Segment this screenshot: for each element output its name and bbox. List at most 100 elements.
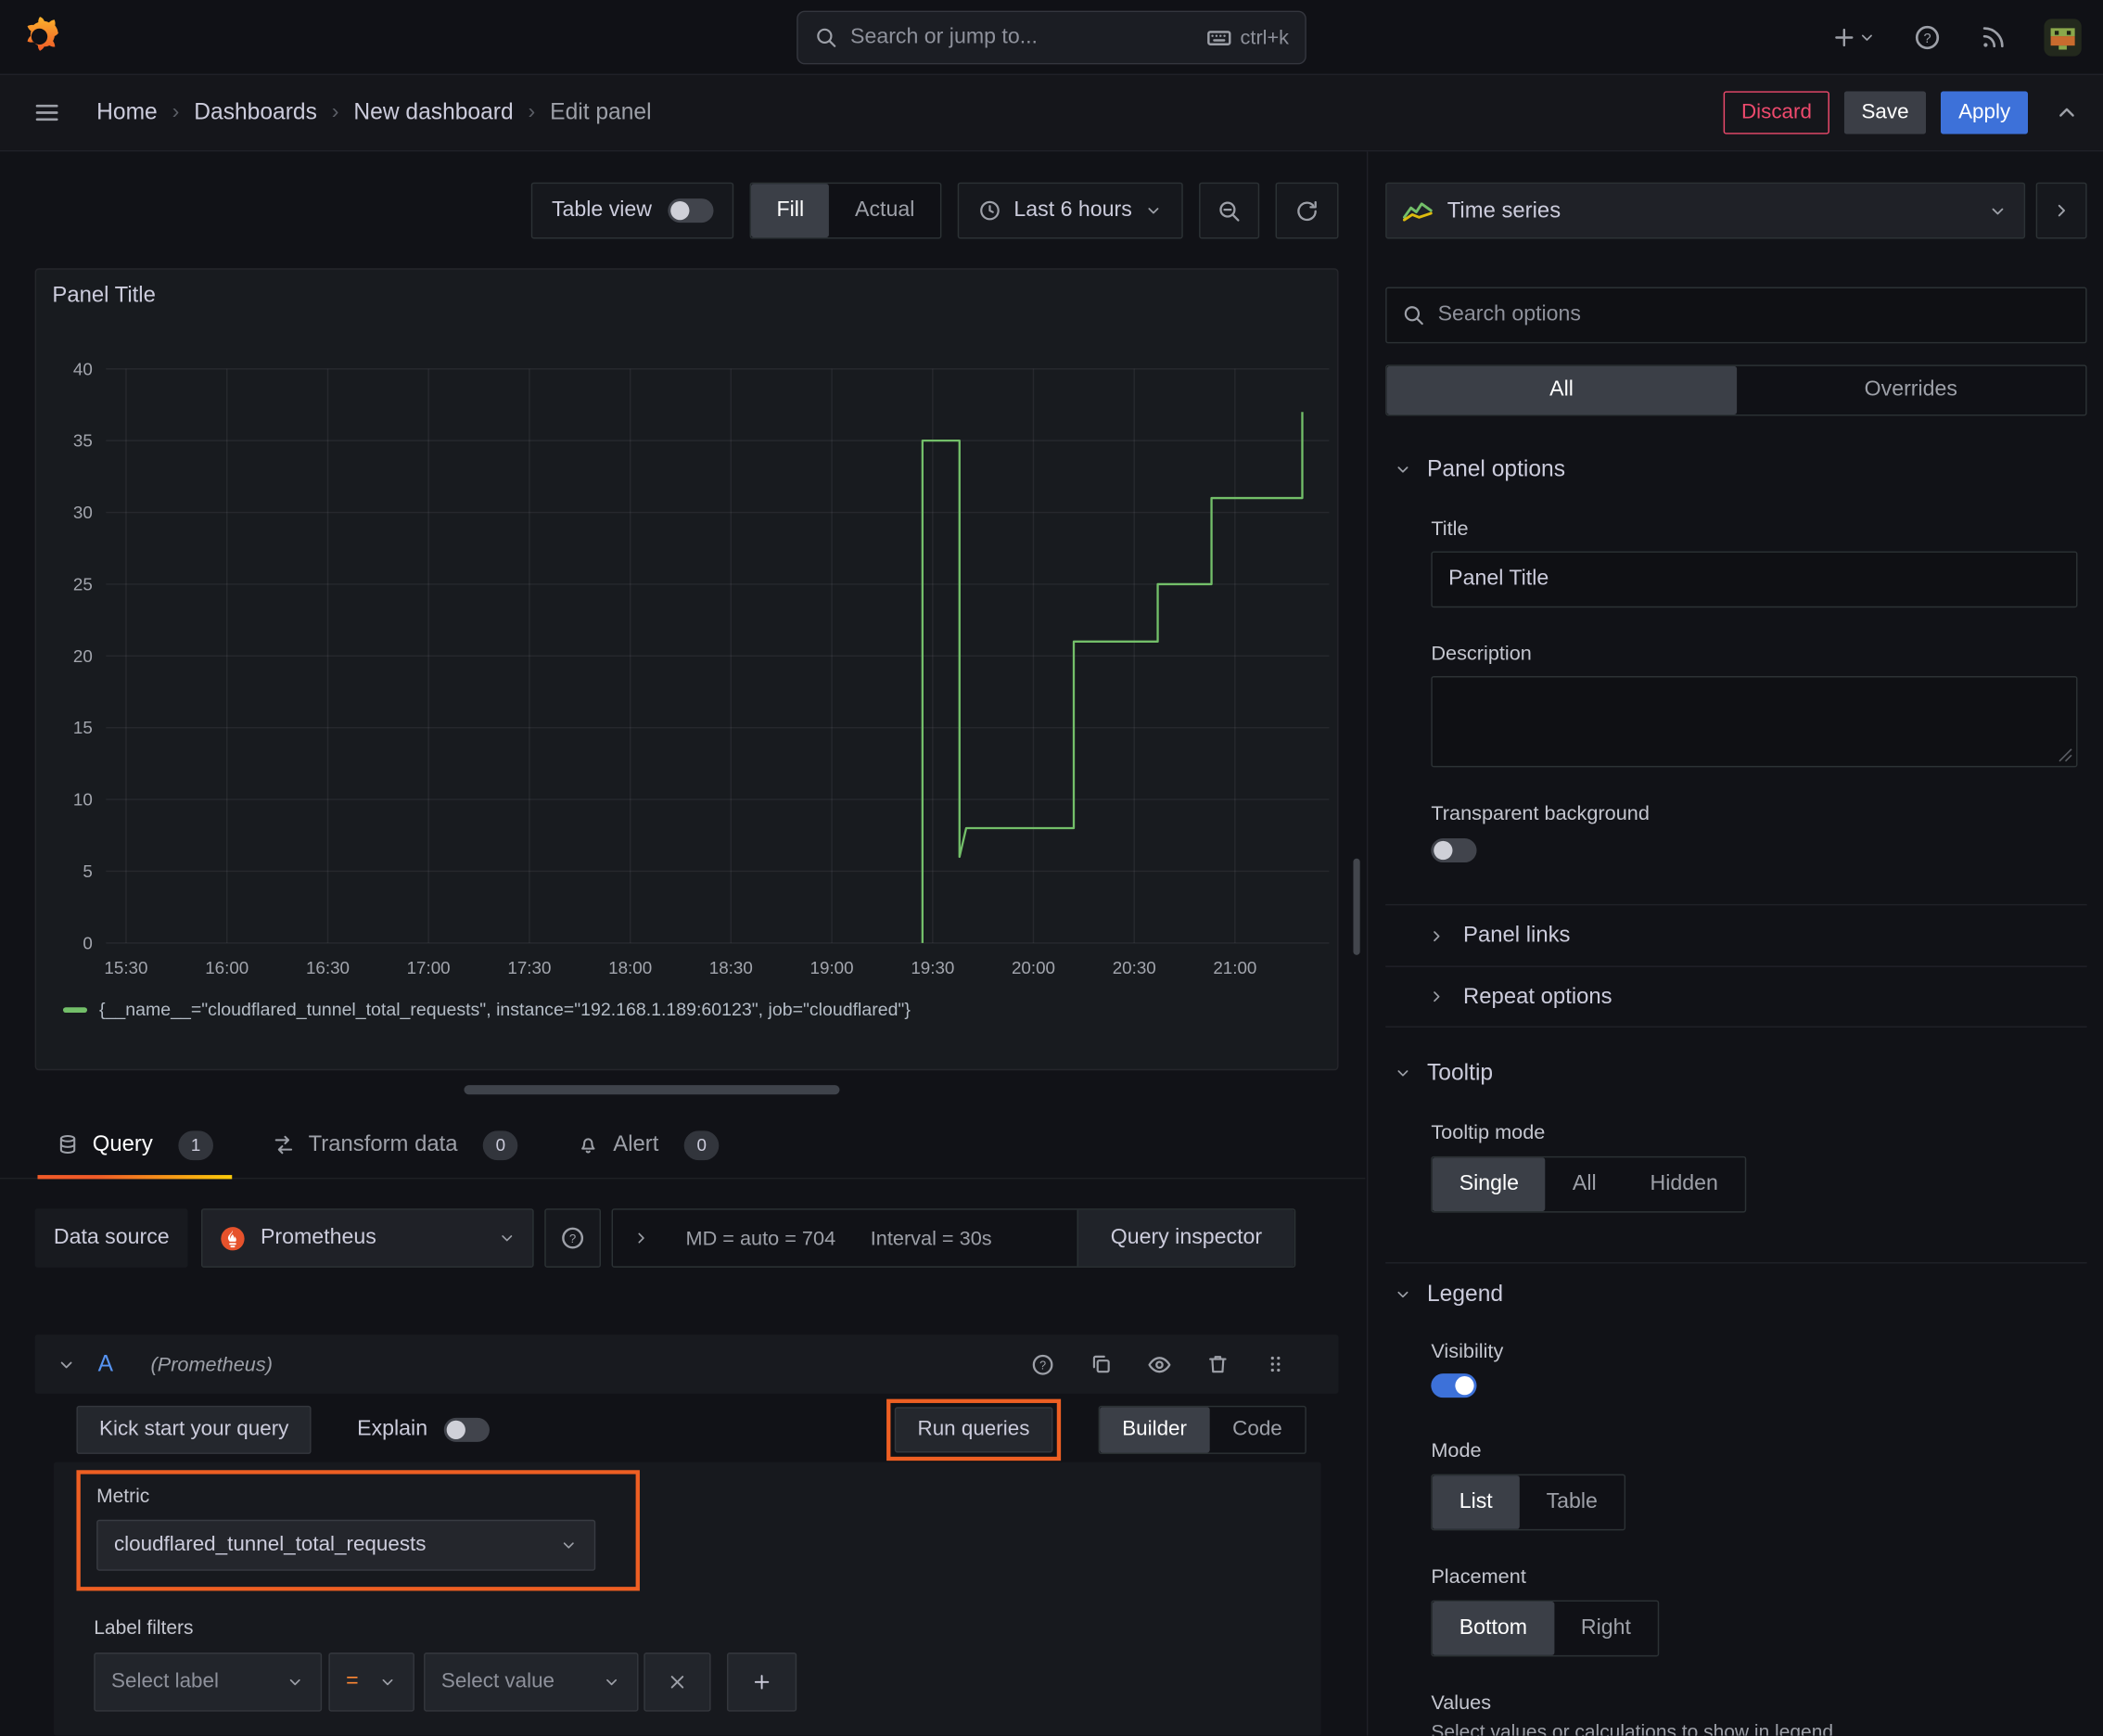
svg-text:16:00: 16:00 xyxy=(205,958,249,977)
select-value-dropdown[interactable]: Select value xyxy=(424,1653,639,1712)
breadcrumb-new-dashboard[interactable]: New dashboard xyxy=(353,99,513,126)
vertical-scrollbar[interactable] xyxy=(1353,858,1360,955)
refresh-button[interactable] xyxy=(1275,182,1339,239)
legend-placement-label: Placement xyxy=(1431,1564,1526,1589)
panel-preview: Panel Title 0 5 10 15 20 25 30 35 40 15:30 16:00 16… xyxy=(34,268,1339,1071)
query-ref-id: A xyxy=(97,1350,113,1377)
option-all[interactable]: All xyxy=(1546,1157,1624,1211)
table-view-toggle[interactable] xyxy=(668,198,714,223)
panel-links-section[interactable]: Panel links xyxy=(1385,903,2087,966)
zoom-out-button[interactable] xyxy=(1199,182,1260,239)
tab-alert-count: 0 xyxy=(683,1130,720,1160)
options-search-input[interactable] xyxy=(1437,302,2071,327)
tab-alert[interactable]: Alert 0 xyxy=(555,1112,741,1178)
menu-toggle-button[interactable] xyxy=(32,98,62,128)
option-all[interactable]: All xyxy=(1386,365,1737,415)
chevron-down-icon xyxy=(1992,207,2004,214)
plus-icon xyxy=(754,1675,770,1690)
query-options-summary[interactable]: MD = auto = 704 Interval = 30s Query ins… xyxy=(611,1208,1296,1268)
repeat-options-section[interactable]: Repeat options xyxy=(1385,965,2087,1028)
collapse-options-button[interactable] xyxy=(2053,99,2080,126)
panel-title-input[interactable] xyxy=(1431,551,2078,608)
option-single[interactable]: Single xyxy=(1432,1157,1546,1212)
option-overrides[interactable]: Overrides xyxy=(1736,366,2085,415)
explain-toggle[interactable] xyxy=(443,1417,490,1442)
option-list[interactable]: List xyxy=(1432,1475,1520,1529)
panel-description-input[interactable] xyxy=(1431,676,2078,768)
visualization-picker[interactable]: Time series xyxy=(1385,182,2026,239)
help-button[interactable]: ? xyxy=(1913,22,1943,52)
breadcrumb-separator: › xyxy=(528,100,536,124)
time-range-picker[interactable]: Last 6 hours xyxy=(957,182,1183,239)
chevron-down-icon xyxy=(1397,1070,1408,1077)
section-tooltip[interactable]: Tooltip xyxy=(1394,1060,2087,1087)
svg-text:19:00: 19:00 xyxy=(810,958,854,977)
legend-series-label[interactable]: {__name__="cloudflared_tunnel_total_requ… xyxy=(99,1000,911,1020)
query-inspector-button[interactable]: Query inspector xyxy=(1077,1209,1294,1267)
user-avatar[interactable] xyxy=(2044,18,2082,57)
options-search[interactable] xyxy=(1385,287,2087,344)
discard-button[interactable]: Discard xyxy=(1724,91,1829,134)
editor-tabs: Query 1 Transform data 0 Alert 0 xyxy=(0,1112,1366,1180)
option-builder[interactable]: Builder xyxy=(1099,1407,1210,1453)
grafana-logo[interactable] xyxy=(12,10,66,64)
panel-title: Panel Title xyxy=(52,283,156,308)
time-series-chart[interactable]: 0 5 10 15 20 25 30 35 40 15:30 16:00 16:30 17:00 17:3… xyxy=(36,328,1337,989)
search-input[interactable] xyxy=(850,25,1193,50)
svg-text:35: 35 xyxy=(73,431,93,451)
chevron-up-icon xyxy=(2059,108,2074,117)
datasource-picker[interactable]: Prometheus xyxy=(201,1208,535,1268)
legend-visibility-toggle[interactable] xyxy=(1431,1373,1477,1398)
collapse-pane-button[interactable] xyxy=(2035,182,2087,239)
topbar-right-icons: ? xyxy=(1830,18,2082,57)
option-actual[interactable]: Actual xyxy=(830,184,940,237)
bell-icon xyxy=(581,1138,595,1154)
section-legend[interactable]: Legend xyxy=(1394,1281,2087,1308)
legend-mode-group: List Table xyxy=(1431,1474,1626,1531)
explain-toggle-group: Explain xyxy=(357,1417,490,1442)
apply-button[interactable]: Apply xyxy=(1941,91,2028,134)
section-panel-options-label: Panel options xyxy=(1427,455,1566,482)
datasource-help-button[interactable]: ? xyxy=(544,1208,602,1268)
option-right[interactable]: Right xyxy=(1554,1602,1658,1655)
chevron-down-icon[interactable] xyxy=(57,1354,77,1374)
section-panel-options[interactable]: Panel options xyxy=(1394,456,2087,483)
breadcrumb-home[interactable]: Home xyxy=(96,99,158,126)
chevron-down-icon xyxy=(1397,466,1408,473)
horizontal-scrollbar[interactable] xyxy=(464,1085,840,1095)
duplicate-query-button[interactable] xyxy=(1090,1352,1114,1376)
resize-handle-icon[interactable] xyxy=(2058,747,2073,763)
remove-filter-button[interactable] xyxy=(644,1653,711,1712)
chart-legend[interactable]: {__name__="cloudflared_tunnel_total_requ… xyxy=(62,1000,911,1020)
query-ref-header[interactable]: A (Prometheus) ? xyxy=(34,1334,1339,1394)
save-button[interactable]: Save xyxy=(1843,91,1927,134)
table-view-toggle-group[interactable]: Table view xyxy=(531,182,734,239)
option-fill[interactable]: Fill xyxy=(751,184,830,238)
news-button[interactable] xyxy=(1978,22,2007,52)
description-field xyxy=(1431,676,2078,768)
drag-query-handle[interactable] xyxy=(1264,1352,1288,1376)
help-icon: ? xyxy=(562,1227,584,1249)
tab-query[interactable]: Query 1 xyxy=(35,1112,235,1180)
chevron-down-icon xyxy=(382,1679,393,1686)
add-filter-button[interactable] xyxy=(726,1653,797,1712)
operator-dropdown[interactable]: = xyxy=(328,1653,414,1712)
global-search[interactable]: ctrl+k xyxy=(797,10,1306,65)
option-bottom[interactable]: Bottom xyxy=(1432,1602,1554,1655)
option-code[interactable]: Code xyxy=(1210,1407,1306,1452)
run-queries-button[interactable]: Run queries xyxy=(894,1407,1052,1453)
select-label-dropdown[interactable]: Select label xyxy=(94,1653,323,1712)
toggle-query-visibility-button[interactable] xyxy=(1147,1351,1172,1376)
transparent-background-toggle[interactable] xyxy=(1431,838,1477,863)
tab-transform-data[interactable]: Transform data 0 xyxy=(250,1112,539,1178)
kick-start-query-button[interactable]: Kick start your query xyxy=(76,1405,312,1454)
delete-query-button[interactable] xyxy=(1205,1352,1230,1376)
option-hidden[interactable]: Hidden xyxy=(1624,1157,1745,1211)
option-table[interactable]: Table xyxy=(1520,1475,1625,1529)
metric-select[interactable]: cloudflared_tunnel_total_requests xyxy=(96,1519,596,1571)
query-help-button[interactable]: ? xyxy=(1030,1351,1055,1376)
svg-text:17:00: 17:00 xyxy=(407,958,451,977)
breadcrumb-dashboards[interactable]: Dashboards xyxy=(194,99,317,126)
new-menu-button[interactable] xyxy=(1830,23,1876,50)
panel-links-label: Panel links xyxy=(1463,923,1571,948)
